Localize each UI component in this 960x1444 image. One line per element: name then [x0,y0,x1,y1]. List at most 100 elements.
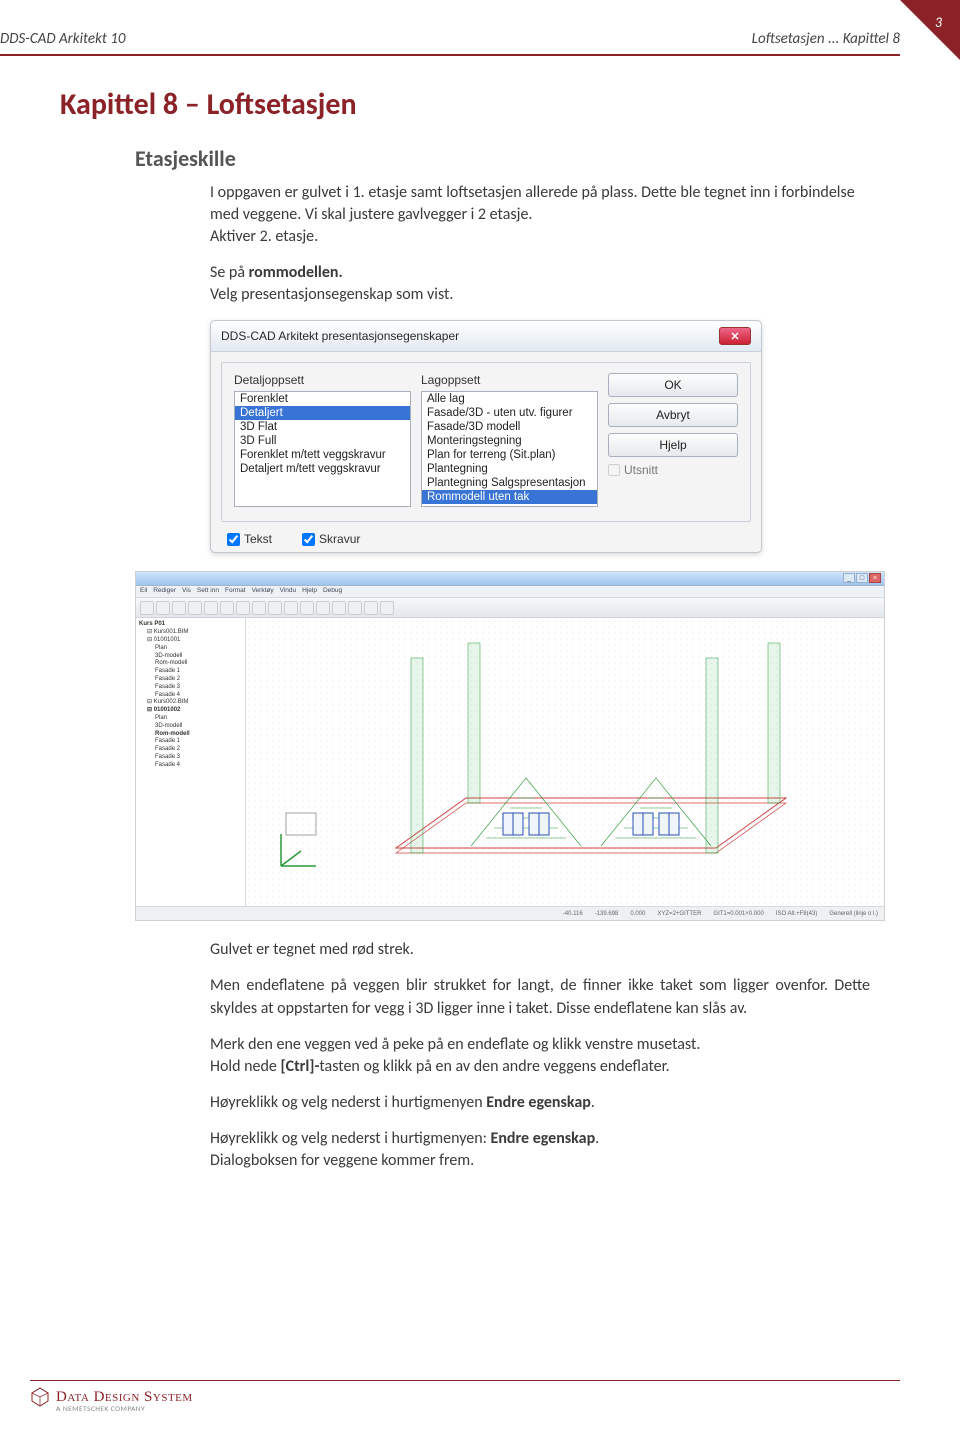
page-header: DDS-CAD Arkitekt 10 Loftsetasjen ... Kap… [0,0,960,54]
ok-button[interactable]: OK [608,373,738,397]
tree-item[interactable]: Fasade 3 [139,684,242,692]
status-field: ISO Alt.+F8(43) [776,911,818,917]
minimize-icon[interactable]: _ [843,573,855,583]
toolbar-button[interactable] [348,601,362,615]
layer-listbox[interactable]: Alle lagFasade/3D - uten utv. figurerFas… [421,391,598,507]
detail-label: Detaljoppsett [234,373,411,387]
project-tree[interactable]: Kurs P01⊟ Kurs001.BIM⊟ 01001001Plan3D-mo… [136,618,246,906]
menu-item[interactable]: Vis [182,587,191,596]
maximize-icon[interactable]: □ [856,573,868,583]
status-field: 0.000 [630,911,645,917]
menu-item[interactable]: Format [225,587,246,596]
tree-item[interactable]: Fasade 3 [139,754,242,762]
status-field: Generell (linje o l.) [829,911,878,917]
section-title: Etasjeskille [135,145,870,172]
list-item[interactable]: Alle lag [422,392,597,406]
chapter-title: Kapittel 8 – Loftsetasjen [60,86,870,123]
list-item[interactable]: Fasade/3D modell [422,420,597,434]
para-activate: Aktiver 2. etasje. [210,226,870,248]
utsnitt-checkbox[interactable]: Utsnitt [608,463,738,477]
cad-titlebar: _ □ × [136,572,884,586]
list-item[interactable]: Detaljert [235,406,410,420]
cad-menubar[interactable]: Eil Rediger Vis Sett inn Format Verktøy Vindu H… [136,586,884,598]
tree-item[interactable]: 3D-modell [139,653,242,661]
para-rommodell: Se på rommodellen. Velg presentasjonsege… [210,262,870,306]
para-endflates: Men endeflatene på veggen blir strukket … [210,975,870,1019]
status-bar: -40.116-139.6980.000XYZ=2+GITTERGIT1=0.0… [136,906,884,920]
header-right: Loftsetasjen ... Kapittel 8 [752,30,900,48]
toolbar-button[interactable] [380,601,394,615]
para-mark-wall: Merk den ene veggen ved å peke på en end… [210,1034,870,1078]
list-item[interactable]: Monteringstegning [422,434,597,448]
tree-item[interactable]: Fasade 2 [139,746,242,754]
tree-item[interactable]: Rom-modell [139,731,242,739]
list-item[interactable]: Forenklet [235,392,410,406]
list-item[interactable]: 3D Flat [235,420,410,434]
footer-sub: A NEMETSCHEK COMPANY [56,1405,193,1414]
tree-item[interactable]: Fasade 4 [139,762,242,770]
page-number: 3 [935,14,942,31]
model-drawing [246,618,884,906]
toolbar-button[interactable] [188,601,202,615]
toolbar-button[interactable] [268,601,282,615]
tree-item[interactable]: 3D-modell [139,723,242,731]
para-red-stroke: Gulvet er tegnet med rød strek. [210,939,870,961]
para-rightclick-2: Høyreklikk og velg nederst i hurtigmenye… [210,1128,870,1172]
tekst-checkbox[interactable]: Tekst [227,532,272,546]
status-field: -139.698 [595,911,619,917]
axis-icon [271,826,321,876]
tree-item[interactable]: Fasade 2 [139,676,242,684]
list-item[interactable]: Plantegning [422,462,597,476]
list-item[interactable]: Plantegning Salgspresentasjon [422,476,597,490]
toolbar-button[interactable] [140,601,154,615]
cad-viewport[interactable] [246,618,884,906]
tree-item[interactable]: Fasade 4 [139,692,242,700]
menu-item[interactable]: Vindu [280,587,297,596]
list-item[interactable]: Detaljert m/tett veggskravur [235,462,410,476]
menu-item[interactable]: Eil [140,587,147,596]
skravur-checkbox[interactable]: Skravur [302,532,360,546]
para-intro: I oppgaven er gulvet i 1. etasje samt lo… [210,182,870,226]
menu-item[interactable]: Debug [323,587,342,596]
detail-listbox[interactable]: ForenkletDetaljert3D Flat3D FullForenkle… [234,391,411,507]
toolbar-button[interactable] [316,601,330,615]
toolbar-button[interactable] [172,601,186,615]
menu-item[interactable]: Sett inn [197,587,219,596]
help-button[interactable]: Hjelp [608,433,738,457]
tree-item[interactable]: Plan [139,715,242,723]
toolbar-button[interactable] [220,601,234,615]
toolbar-button[interactable] [236,601,250,615]
cad-application-screenshot: _ □ × Eil Rediger Vis Sett inn Format Verktøy… [135,571,885,921]
toolbar-button[interactable] [284,601,298,615]
list-item[interactable]: Fasade/3D - uten utv. figurer [422,406,597,420]
status-field: GIT1=0.001×0.000 [713,911,763,917]
menu-item[interactable]: Rediger [153,587,176,596]
list-item[interactable]: 3D Full [235,434,410,448]
cancel-button[interactable]: Avbryt [608,403,738,427]
toolbar-button[interactable] [332,601,346,615]
tree-item[interactable]: Kurs P01 [139,621,242,629]
toolbar-button[interactable] [252,601,266,615]
header-left: DDS-CAD Arkitekt 10 [0,30,125,48]
tree-item[interactable]: ⊟ Kurs001.BIM [139,629,242,637]
list-item[interactable]: Forenklet m/tett veggskravur [235,448,410,462]
list-item[interactable]: Rommodell uten tak [422,490,597,504]
list-item[interactable]: Plan for terreng (Sit.plan) [422,448,597,462]
close-icon[interactable]: × [869,573,881,583]
tree-item[interactable]: Fasade 1 [139,668,242,676]
tree-item[interactable]: Rom-modell [139,660,242,668]
toolbar-button[interactable] [204,601,218,615]
cad-toolbar[interactable] [136,598,884,618]
close-icon[interactable]: ✕ [719,327,751,345]
menu-item[interactable]: Verktøy [252,587,274,596]
tree-item[interactable]: ⊟ 01001002 [139,707,242,715]
footer-brand: Data Design System [56,1389,193,1406]
tree-item[interactable]: Plan [139,645,242,653]
toolbar-button[interactable] [364,601,378,615]
menu-item[interactable]: Hjelp [302,587,317,596]
toolbar-button[interactable] [156,601,170,615]
toolbar-button[interactable] [300,601,314,615]
tree-item[interactable]: ⊟ Kurs002.BIM [139,699,242,707]
tree-item[interactable]: Fasade 1 [139,738,242,746]
tree-item[interactable]: ⊟ 01001001 [139,637,242,645]
